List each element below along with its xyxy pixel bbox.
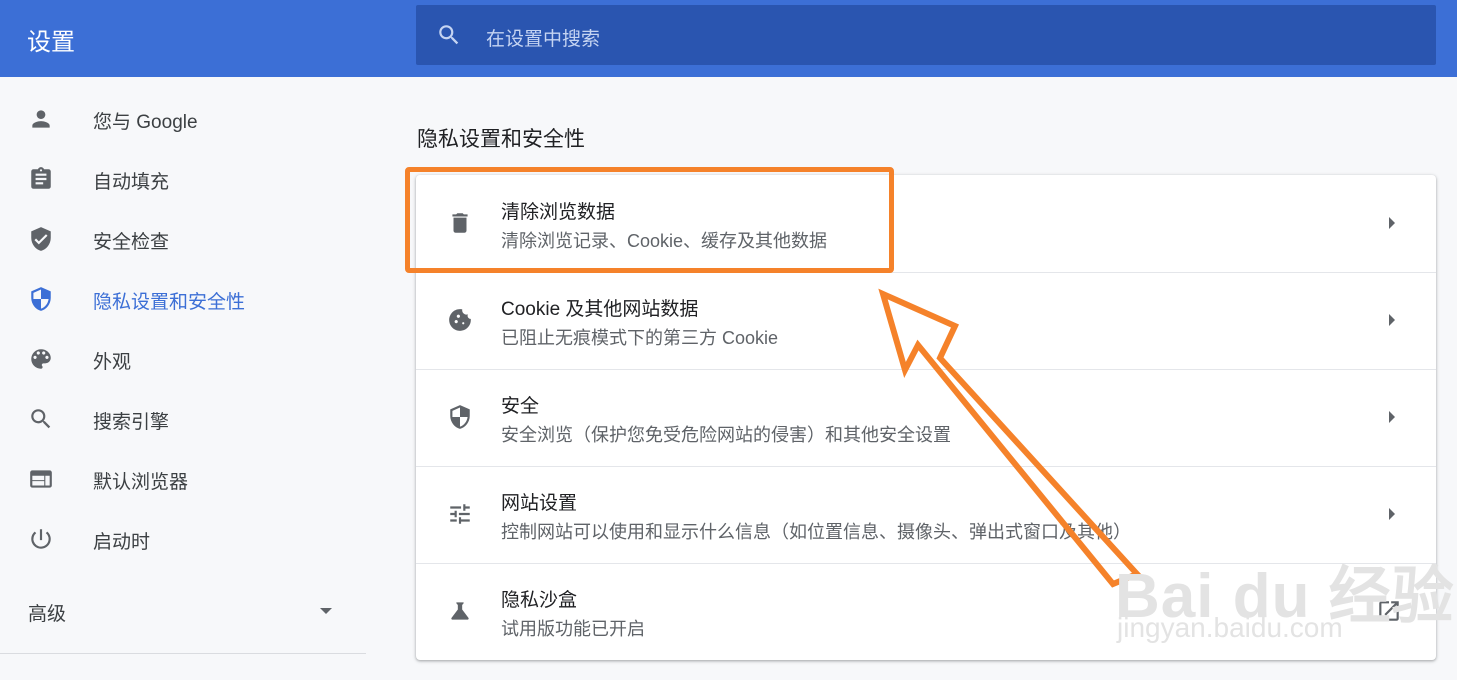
section-title: 隐私设置和安全性: [417, 128, 585, 151]
row-title: 安全: [501, 396, 540, 417]
sidebar: 您与 Google 自动填充 安全检查 隐私设置和安全性 外观 搜索引擎 默认浏…: [0, 77, 372, 680]
chevron-right-icon: [1389, 508, 1395, 520]
search-icon: [439, 25, 459, 45]
row-divider: [416, 466, 1436, 467]
privacy-shield-icon: [31, 287, 51, 311]
search-input[interactable]: 在设置中搜索: [416, 5, 1436, 65]
trash-icon: [452, 213, 468, 233]
shield-check-icon: [31, 227, 51, 251]
tune-icon: [450, 504, 470, 524]
row-title: 隐私沙盒: [501, 590, 578, 611]
top-bar: 设置 在设置中搜索: [0, 0, 1457, 77]
sidebar-item-you-and-google[interactable]: 您与 Google: [0, 89, 372, 149]
row-title: 清除浏览数据: [501, 202, 616, 223]
palette-icon: [31, 349, 51, 369]
row-clear-browsing-data[interactable]: 清除浏览数据 清除浏览记录、Cookie、缓存及其他数据: [416, 175, 1436, 272]
search-placeholder: 在设置中搜索: [486, 29, 601, 50]
search-icon: [31, 409, 51, 429]
sidebar-item-safety-check[interactable]: 安全检查: [0, 209, 372, 269]
row-subtitle: 试用版功能已开启: [501, 619, 645, 639]
row-subtitle: 清除浏览记录、Cookie、缓存及其他数据: [501, 231, 828, 251]
row-divider: [416, 272, 1436, 273]
chevron-right-icon: [1389, 217, 1395, 229]
sidebar-item-label: 默认浏览器: [93, 472, 189, 493]
row-subtitle: 控制网站可以使用和显示什么信息（如位置信息、摄像头、弹出式窗口及其他）: [501, 522, 1131, 542]
sidebar-item-on-startup[interactable]: 启动时: [0, 509, 372, 569]
sidebar-advanced-toggle[interactable]: 高级: [0, 587, 372, 637]
chevron-right-icon: [1389, 314, 1395, 326]
row-security[interactable]: 安全 安全浏览（保护您免受危险网站的侵害）和其他安全设置: [416, 369, 1436, 466]
sidebar-divider: [0, 653, 366, 654]
chevron-right-icon: [1389, 411, 1395, 423]
browser-window-icon: [30, 470, 52, 488]
sidebar-item-label: 搜索引擎: [93, 412, 170, 433]
row-subtitle: 已阻止无痕模式下的第三方 Cookie: [501, 328, 779, 348]
row-subtitle: 安全浏览（保护您免受危险网站的侵害）和其他安全设置: [501, 425, 951, 445]
advanced-label: 高级: [28, 604, 67, 625]
row-title: Cookie 及其他网站数据: [501, 299, 699, 320]
row-title: 网站设置: [501, 493, 578, 514]
power-icon: [31, 529, 51, 549]
flask-icon: [451, 602, 469, 620]
app-title: 设置: [27, 29, 75, 56]
sidebar-item-label: 您与 Google: [93, 112, 198, 133]
sidebar-item-privacy[interactable]: 隐私设置和安全性: [0, 269, 372, 329]
sidebar-item-autofill[interactable]: 自动填充: [0, 149, 372, 209]
sidebar-item-label: 启动时: [93, 532, 151, 553]
sidebar-item-label: 隐私设置和安全性: [93, 292, 246, 313]
sidebar-item-appearance[interactable]: 外观: [0, 329, 372, 389]
sidebar-item-default-browser[interactable]: 默认浏览器: [0, 449, 372, 509]
row-cookies[interactable]: Cookie 及其他网站数据 已阻止无痕模式下的第三方 Cookie: [416, 272, 1436, 369]
clipboard-icon: [31, 167, 51, 189]
sidebar-item-search-engine[interactable]: 搜索引擎: [0, 389, 372, 449]
cookie-icon: [449, 309, 471, 331]
sidebar-item-label: 安全检查: [93, 232, 170, 253]
caret-down-icon: [320, 608, 332, 614]
sidebar-item-label: 外观: [93, 352, 132, 373]
watermark-url: jingyan.baidu.com: [1117, 612, 1343, 643]
sidebar-item-label: 自动填充: [93, 172, 170, 193]
row-divider: [416, 369, 1436, 370]
person-icon: [32, 110, 50, 128]
shield-icon: [450, 405, 470, 429]
